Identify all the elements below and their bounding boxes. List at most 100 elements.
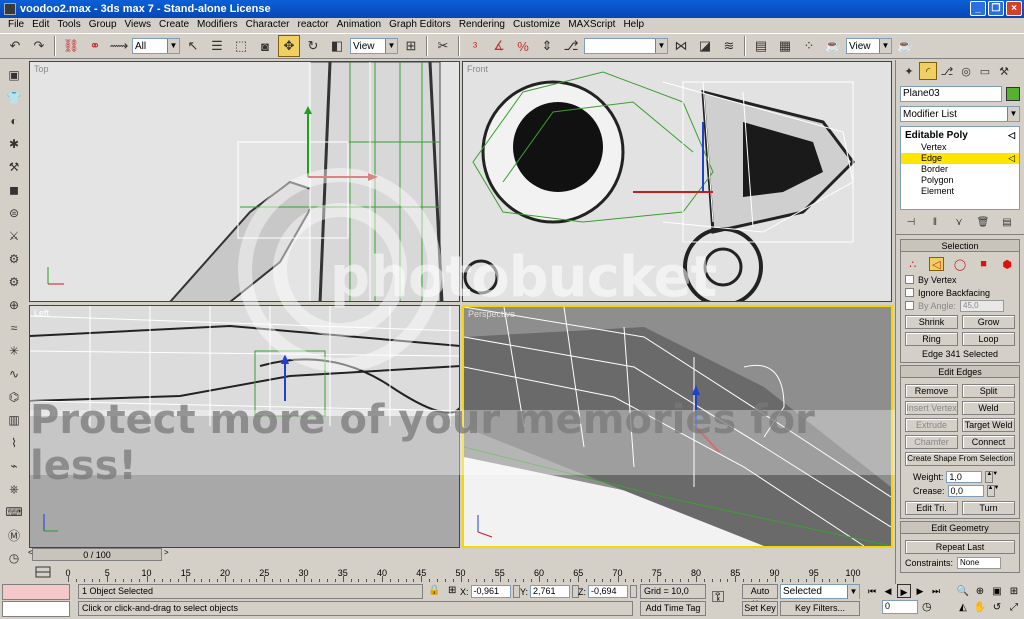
- tool-icon[interactable]: ⚔: [3, 225, 25, 247]
- sphere-icon[interactable]: ◐: [3, 110, 25, 132]
- pin-stack-icon[interactable]: ⊣: [902, 214, 920, 230]
- maxscript-icon[interactable]: Ⓜ: [3, 524, 25, 546]
- key-filters-button[interactable]: Key Filters...: [780, 601, 860, 616]
- perspective-viewport[interactable]: Perspective: [462, 305, 893, 548]
- align-icon[interactable]: ◪: [694, 35, 716, 57]
- field-of-view-icon[interactable]: ◭: [955, 600, 971, 615]
- edge-mode-icon[interactable]: ◁: [928, 257, 945, 271]
- box-icon[interactable]: ◼: [3, 179, 25, 201]
- polygon-mode-icon[interactable]: ■: [976, 257, 992, 271]
- named-selection-sets-dropdown[interactable]: ▼: [584, 38, 668, 54]
- render-scene-icon[interactable]: ☕: [822, 35, 844, 57]
- redo-icon[interactable]: ↷: [28, 35, 50, 57]
- undo-icon[interactable]: ↶: [4, 35, 26, 57]
- connect-button[interactable]: Connect: [962, 435, 1015, 449]
- wave-icon[interactable]: ∿: [3, 363, 25, 385]
- arc-rotate-icon[interactable]: ↺: [989, 600, 1005, 615]
- ignore-backfacing-checkbox[interactable]: Ignore Backfacing: [905, 286, 1015, 299]
- left-viewport-label[interactable]: Left: [34, 308, 49, 318]
- stack-item-editable-poly[interactable]: Editable Poly ◁: [901, 129, 1019, 142]
- add-time-tag-button[interactable]: Add Time Tag: [640, 601, 706, 616]
- rope-icon[interactable]: ⌁: [3, 455, 25, 477]
- prev-frame-arrow[interactable]: <: [28, 548, 33, 557]
- show-end-result-icon[interactable]: ‖: [926, 214, 944, 230]
- menu-create[interactable]: Create: [155, 18, 193, 32]
- menu-animation[interactable]: Animation: [333, 18, 385, 32]
- make-unique-icon[interactable]: ⋎: [950, 214, 968, 230]
- script-icon[interactable]: ⌨: [3, 501, 25, 523]
- schematic-view-icon[interactable]: ▦: [774, 35, 796, 57]
- stack-item-element[interactable]: Element: [901, 186, 1019, 197]
- menu-maxscript[interactable]: MAXScript: [564, 18, 619, 32]
- grow-button[interactable]: Grow: [962, 315, 1015, 329]
- select-by-name-icon[interactable]: ☰: [206, 35, 228, 57]
- maxscript-listener-input[interactable]: [2, 601, 70, 617]
- cylinder-icon[interactable]: ⊜: [3, 202, 25, 224]
- extrude-button[interactable]: Extrude: [905, 418, 958, 432]
- bone-icon[interactable]: ⚒: [3, 156, 25, 178]
- reference-coord-dropdown[interactable]: View ▼: [350, 38, 398, 54]
- spring-icon[interactable]: ⌇: [3, 432, 25, 454]
- time-config-icon[interactable]: ◷: [922, 600, 932, 613]
- weight-field[interactable]: 1,0: [946, 471, 983, 483]
- angle-field[interactable]: 45,0: [960, 299, 1005, 312]
- stack-item-border[interactable]: Border: [901, 164, 1019, 175]
- z-field[interactable]: -0,694: [588, 585, 628, 598]
- snap-toggle-icon[interactable]: ³: [464, 35, 486, 57]
- constraints-dropdown[interactable]: None: [957, 556, 1002, 569]
- play-icon[interactable]: ▶: [897, 584, 911, 598]
- key-icon[interactable]: ⚿: [712, 589, 724, 607]
- crease-spinner[interactable]: ▲▼: [986, 485, 999, 497]
- utilities-tab-icon[interactable]: ⚒: [995, 62, 1013, 80]
- configure-modifier-sets-icon[interactable]: ▤: [998, 214, 1016, 230]
- crease-field[interactable]: 0,0: [947, 485, 984, 497]
- top-viewport-label[interactable]: Top: [34, 64, 49, 74]
- set-key-button[interactable]: Set Key: [742, 601, 778, 616]
- track-bar-ruler[interactable]: 0 5 10 15 20 25 30 35 40 45 50 55 60 65 70 75 80 85 90 95 10…: [28, 562, 863, 582]
- display-tab-icon[interactable]: ▭: [976, 62, 994, 80]
- menu-tools[interactable]: Tools: [53, 18, 84, 32]
- close-button[interactable]: ×: [1006, 1, 1022, 16]
- shrink-button[interactable]: Shrink: [905, 315, 958, 329]
- zoom-icon[interactable]: 🔍: [955, 584, 971, 599]
- gear-icon[interactable]: ⚙: [3, 271, 25, 293]
- modify-tab-icon[interactable]: ◜: [919, 62, 937, 80]
- quick-render-icon[interactable]: ☕: [894, 35, 916, 57]
- pan-icon[interactable]: ✋: [972, 600, 988, 615]
- percent-snap-icon[interactable]: %: [512, 35, 534, 57]
- mirror-icon[interactable]: ⋈: [670, 35, 692, 57]
- edit-edges-rollout-header[interactable]: Edit Edges: [901, 366, 1019, 378]
- loop-button[interactable]: Loop: [962, 332, 1015, 346]
- create-tab-icon[interactable]: ✦: [900, 62, 918, 80]
- cloth-icon[interactable]: ▥: [3, 409, 25, 431]
- repeat-last-button[interactable]: Repeat Last: [905, 540, 1015, 554]
- chamfer-button[interactable]: Chamfer: [905, 435, 958, 449]
- warp-icon[interactable]: ≈: [3, 317, 25, 339]
- absolute-mode-icon[interactable]: ⊞: [448, 585, 456, 596]
- next-frame-arrow[interactable]: >: [164, 548, 169, 557]
- minimize-button[interactable]: _: [970, 1, 986, 16]
- motion-tab-icon[interactable]: ◎: [957, 62, 975, 80]
- perspective-viewport-label[interactable]: Perspective: [468, 309, 515, 319]
- menu-modifiers[interactable]: Modifiers: [193, 18, 242, 32]
- prev-frame-icon[interactable]: ◀: [881, 584, 895, 598]
- split-button[interactable]: Split: [962, 384, 1015, 398]
- rect-selection-icon[interactable]: ⬚: [230, 35, 252, 57]
- particles-icon[interactable]: ✳: [3, 340, 25, 362]
- zoom-all-icon[interactable]: ⊕: [972, 584, 988, 599]
- menu-graph-editors[interactable]: Graph Editors: [385, 18, 455, 32]
- front-viewport-label[interactable]: Front: [467, 64, 488, 74]
- select-move-icon[interactable]: ✥: [278, 35, 300, 57]
- target-weld-button[interactable]: Target Weld: [962, 418, 1015, 432]
- window-crossing-icon[interactable]: ◙: [254, 35, 276, 57]
- select-scale-icon[interactable]: ◧: [326, 35, 348, 57]
- selection-rollout-header[interactable]: Selection: [901, 240, 1019, 252]
- bind-space-warp-icon[interactable]: ⟿: [108, 35, 130, 57]
- modifier-list-dropdown[interactable]: Modifier List ▼: [900, 106, 1020, 122]
- time-slider[interactable]: 0 / 100: [32, 548, 162, 561]
- zoom-extents-all-icon[interactable]: ⊞: [1006, 584, 1022, 599]
- remove-modifier-icon[interactable]: 🗑: [974, 214, 992, 230]
- object-color-swatch[interactable]: [1006, 87, 1020, 101]
- unlink-icon[interactable]: ⚭: [84, 35, 106, 57]
- angle-snap-icon[interactable]: ∡: [488, 35, 510, 57]
